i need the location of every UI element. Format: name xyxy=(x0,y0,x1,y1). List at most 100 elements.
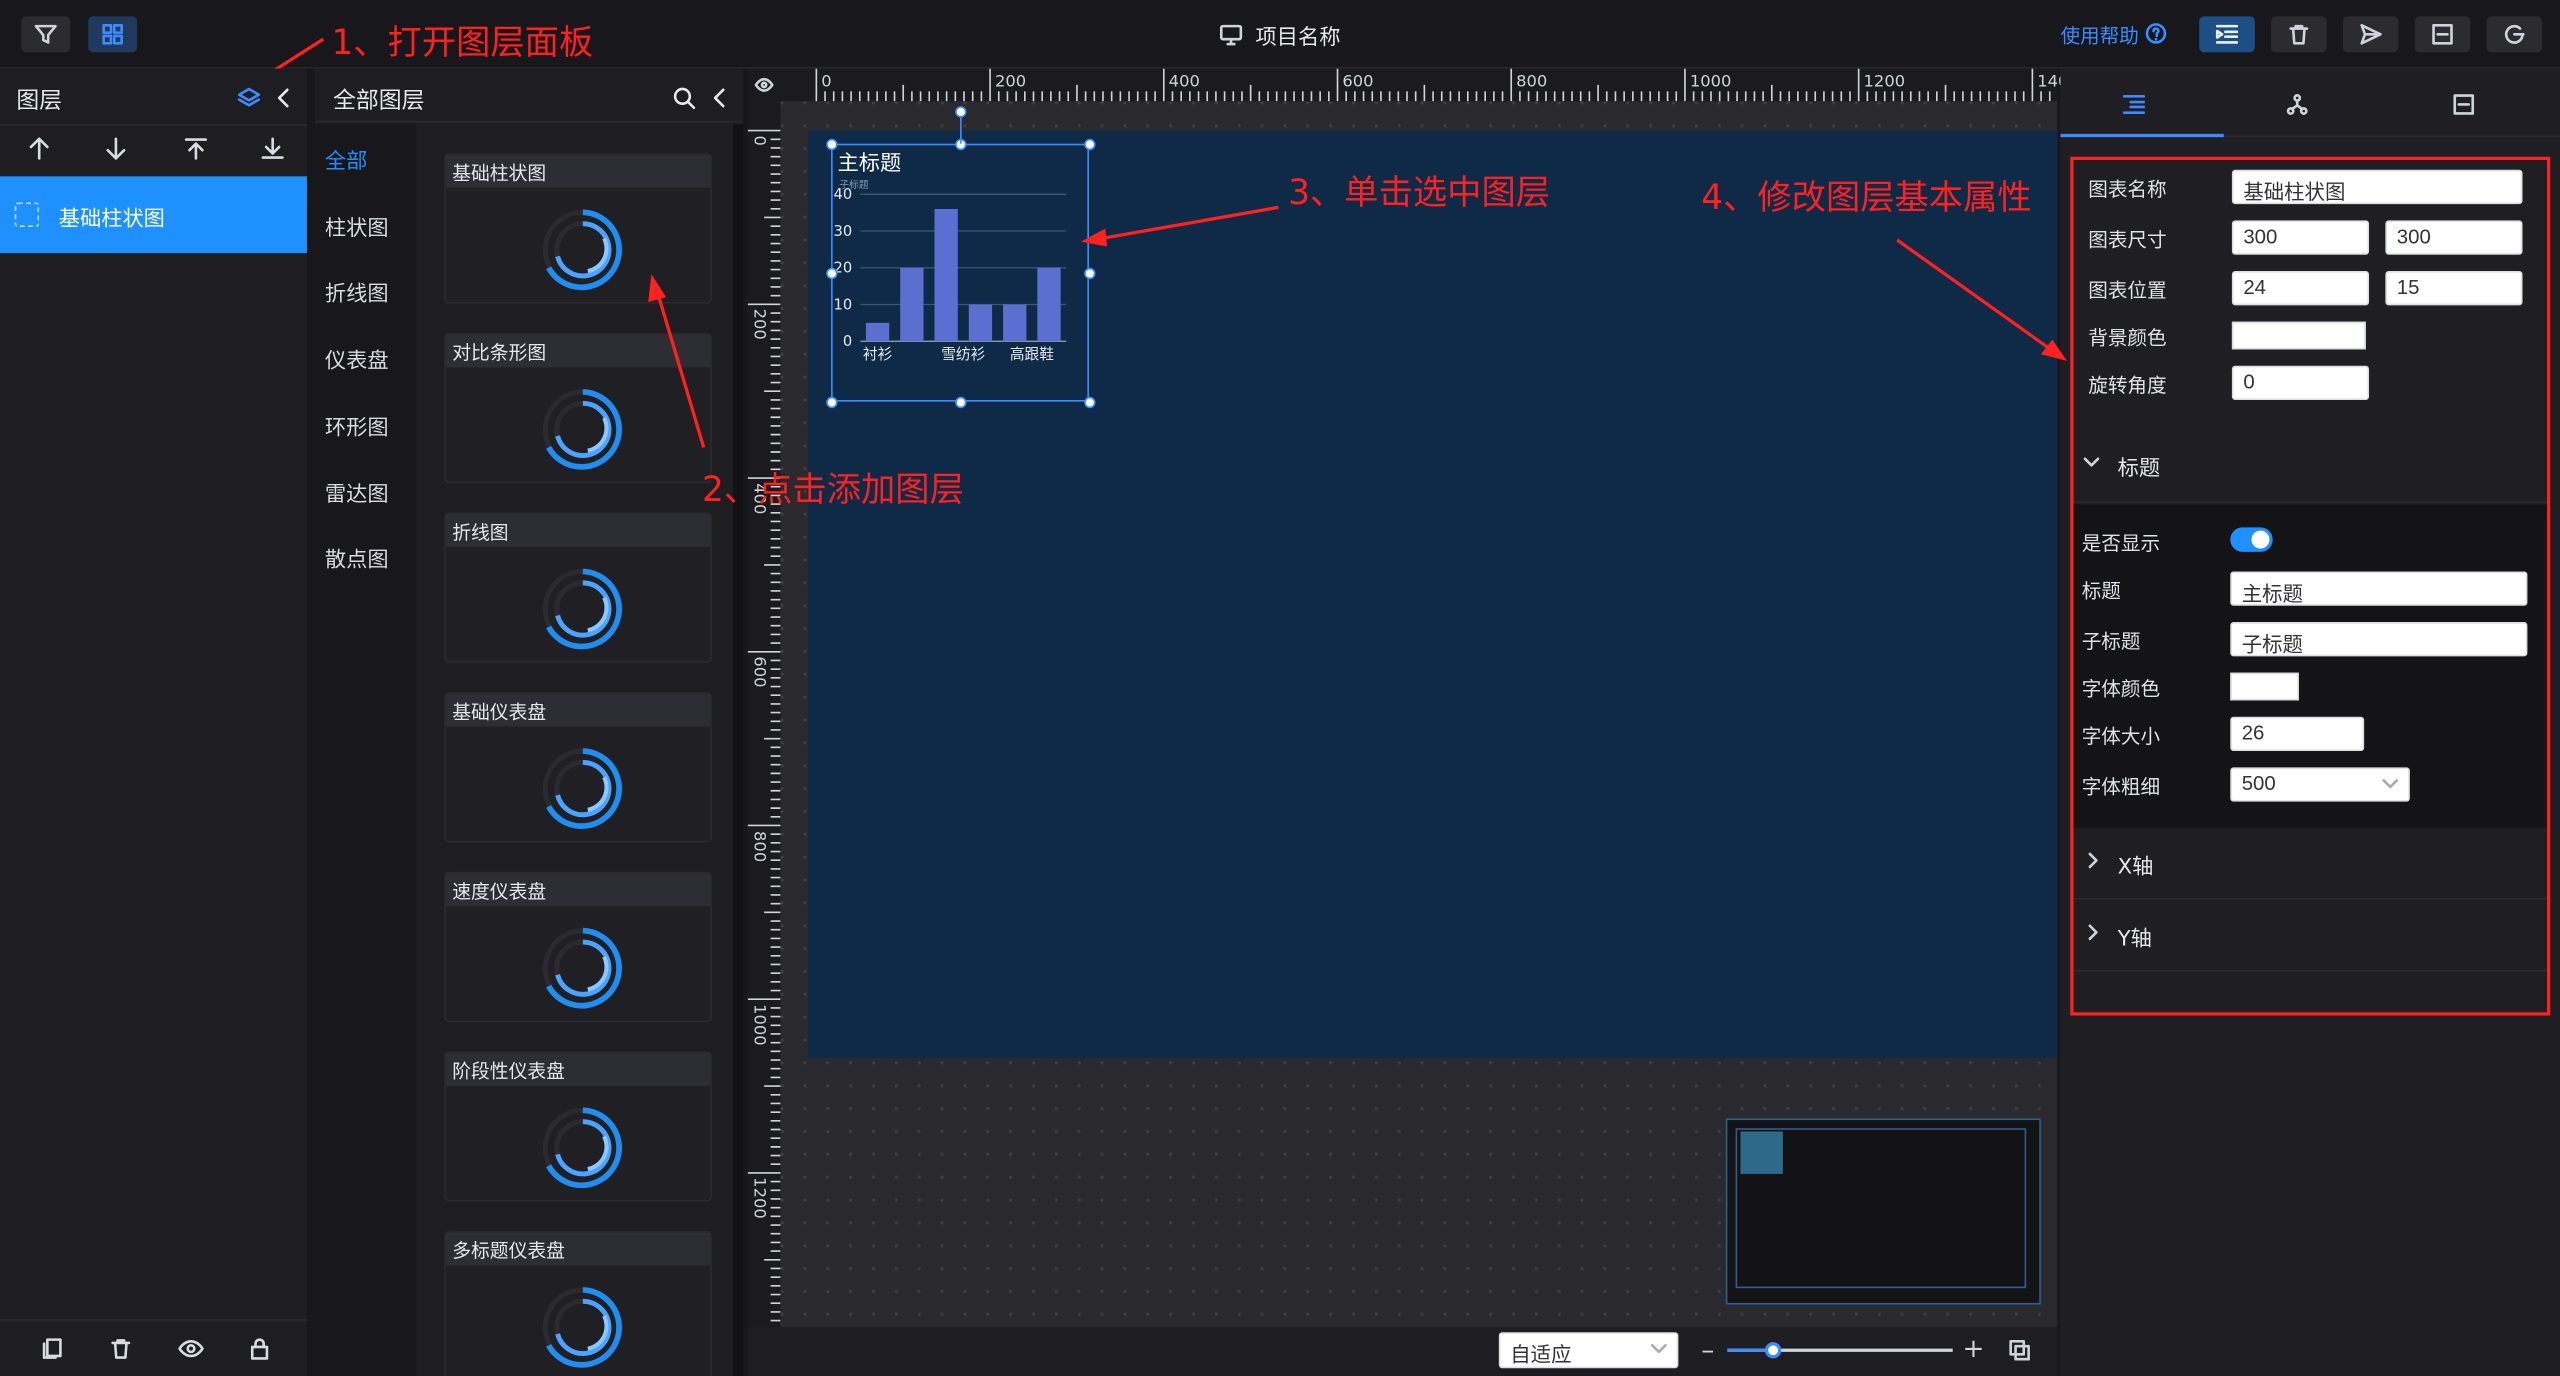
delete-layer-icon[interactable] xyxy=(101,1329,140,1368)
indent-icon xyxy=(2215,24,2239,44)
bg-color-picker[interactable] xyxy=(2231,321,2366,350)
collapse-layers-icon[interactable] xyxy=(269,83,298,112)
layer-card[interactable]: 基础仪表盘 xyxy=(444,692,712,843)
minimize-button[interactable] xyxy=(2414,16,2471,53)
layer-item-icon xyxy=(14,202,40,227)
show-toggle[interactable] xyxy=(2230,527,2273,552)
zoom-in-button[interactable]: + xyxy=(1963,1332,1985,1363)
font-weight-value: 500 xyxy=(2241,772,2276,796)
ruler-label: 0 xyxy=(821,73,832,92)
resize-handle[interactable] xyxy=(826,138,838,151)
copy-icon[interactable] xyxy=(33,1329,72,1368)
move-up-icon[interactable] xyxy=(20,129,59,168)
bar[interactable] xyxy=(968,304,993,342)
x-axis-section-header[interactable]: X轴 xyxy=(2073,828,2548,900)
help-link[interactable]: 使用帮助 xyxy=(2060,21,2138,49)
resize-handle[interactable] xyxy=(955,396,967,409)
category-ring[interactable]: 环形图 xyxy=(325,410,389,440)
indent-toggle-button[interactable] xyxy=(2199,16,2255,53)
layer-card[interactable]: 折线图 xyxy=(444,512,712,663)
ruler-label: 1200 xyxy=(1863,73,1906,92)
resize-handle[interactable] xyxy=(826,267,838,280)
pos-x-input[interactable]: 24 xyxy=(2231,271,2370,306)
category-gauge[interactable]: 仪表盘 xyxy=(325,343,389,373)
resize-handle[interactable] xyxy=(1084,267,1096,280)
font-weight-select[interactable]: 500 xyxy=(2230,767,2410,802)
fit-screen-icon[interactable] xyxy=(2005,1336,2034,1365)
layer-card[interactable]: 多标题仪表盘 xyxy=(444,1231,712,1376)
layer-card-title: 基础柱状图 xyxy=(445,155,711,188)
move-top-icon[interactable] xyxy=(176,129,215,168)
x-tick-label: 雪纺衫 xyxy=(941,346,985,363)
chart-name-input[interactable]: 基础柱状图 xyxy=(2231,169,2523,205)
category-scatter[interactable]: 散点图 xyxy=(325,542,389,573)
pos-y-input[interactable]: 15 xyxy=(2385,271,2523,306)
tab-event-icon[interactable] xyxy=(2449,90,2478,119)
layer-card[interactable]: 阶段性仪表盘 xyxy=(444,1051,712,1202)
tab-data-icon[interactable] xyxy=(2283,90,2312,119)
annotation-step2: 2、点击添加图层 xyxy=(702,470,964,510)
ruler-label: 800 xyxy=(749,830,768,862)
layer-card[interactable]: 基础柱状图 xyxy=(444,153,712,304)
rotate-label: 旋转角度 xyxy=(2088,373,2167,397)
eye-icon[interactable] xyxy=(751,72,777,98)
category-line[interactable]: 折线图 xyxy=(325,276,389,306)
layer-card[interactable]: 速度仪表盘 xyxy=(444,871,712,1023)
category-bar[interactable]: 柱状图 xyxy=(325,211,389,241)
bar[interactable] xyxy=(900,267,924,342)
zoom-out-button[interactable]: – xyxy=(1701,1334,1714,1365)
collapse-all-layers-icon[interactable] xyxy=(705,83,734,112)
scrollbar[interactable] xyxy=(733,124,743,1376)
zoom-slider-handle[interactable] xyxy=(1764,1342,1782,1359)
help-icon[interactable] xyxy=(2144,21,2167,44)
annotation-step1: 1、打开图层面板 xyxy=(331,22,594,63)
subtitle-input[interactable]: 子标题 xyxy=(2230,622,2528,657)
project-name[interactable]: 项目名称 xyxy=(1256,20,1341,50)
minimap[interactable] xyxy=(1725,1118,2041,1305)
zoom-mode-select[interactable]: 自适应 xyxy=(1498,1332,1679,1369)
bar[interactable] xyxy=(865,322,890,342)
resize-handle[interactable] xyxy=(1084,396,1096,409)
bar[interactable] xyxy=(934,208,958,342)
font-size-input[interactable]: 26 xyxy=(2230,716,2365,752)
ruler-vertical: 0 200 400 600 800 1000 1200 xyxy=(747,101,781,1328)
filter-button[interactable] xyxy=(21,16,71,53)
delete-project-button[interactable] xyxy=(2271,16,2327,53)
category-all[interactable]: 全部 xyxy=(325,144,367,174)
title-label: 标题 xyxy=(2081,579,2121,603)
move-down-icon[interactable] xyxy=(96,129,135,168)
width-input[interactable]: 300 xyxy=(2231,220,2370,255)
canvas-area[interactable]: 0 200 400 600 800 1000 1200 1400 0 200 400 600 800 1… xyxy=(747,68,2079,1328)
grid-view-button[interactable] xyxy=(88,16,138,53)
layer-card[interactable]: 对比条形图 xyxy=(444,333,712,484)
title-input[interactable]: 主标题 xyxy=(2230,571,2528,606)
rotate-input[interactable]: 0 xyxy=(2231,365,2370,401)
bar-chart-svg: 010203040衬衫 雪纺衫 高跟鞋 xyxy=(834,186,1067,363)
minimize-box-icon xyxy=(2432,24,2453,45)
layer-item-label: 基础柱状图 xyxy=(58,207,165,232)
category-radar[interactable]: 雷达图 xyxy=(325,477,389,507)
height-input[interactable]: 300 xyxy=(2385,220,2523,255)
layer-card-thumbnail-icon xyxy=(542,568,623,650)
y-axis-section-header[interactable]: Y轴 xyxy=(2073,900,2548,972)
resize-handle[interactable] xyxy=(1084,138,1096,151)
resize-handle[interactable] xyxy=(826,396,838,409)
title-section-header[interactable]: 标题 xyxy=(2073,431,2548,503)
lock-icon[interactable] xyxy=(240,1329,279,1368)
bar[interactable] xyxy=(1037,267,1061,342)
layer-item[interactable]: 基础柱状图 xyxy=(0,176,307,254)
show-label: 是否显示 xyxy=(2081,532,2161,556)
layer-card-thumbnail-icon xyxy=(542,1286,623,1368)
move-bottom-icon[interactable] xyxy=(253,129,292,168)
bar[interactable] xyxy=(1003,304,1027,342)
search-icon[interactable] xyxy=(669,83,698,112)
layers-stack-icon[interactable] xyxy=(233,83,262,112)
annotation-step4: 4、修改图层基本属性 xyxy=(1701,177,2032,218)
bar-chart-widget[interactable]: 主标题 子标题 0 10 20 30 40 衬衫 雪纺衫 高跟鞋 xyxy=(831,143,1090,402)
visibility-icon[interactable] xyxy=(171,1329,210,1368)
publish-button[interactable] xyxy=(2342,16,2399,53)
font-color-picker[interactable] xyxy=(2230,672,2299,701)
font-color-label: 字体颜色 xyxy=(2081,677,2161,701)
tab-basic-icon[interactable] xyxy=(2119,90,2148,119)
exit-button[interactable] xyxy=(2486,16,2543,53)
